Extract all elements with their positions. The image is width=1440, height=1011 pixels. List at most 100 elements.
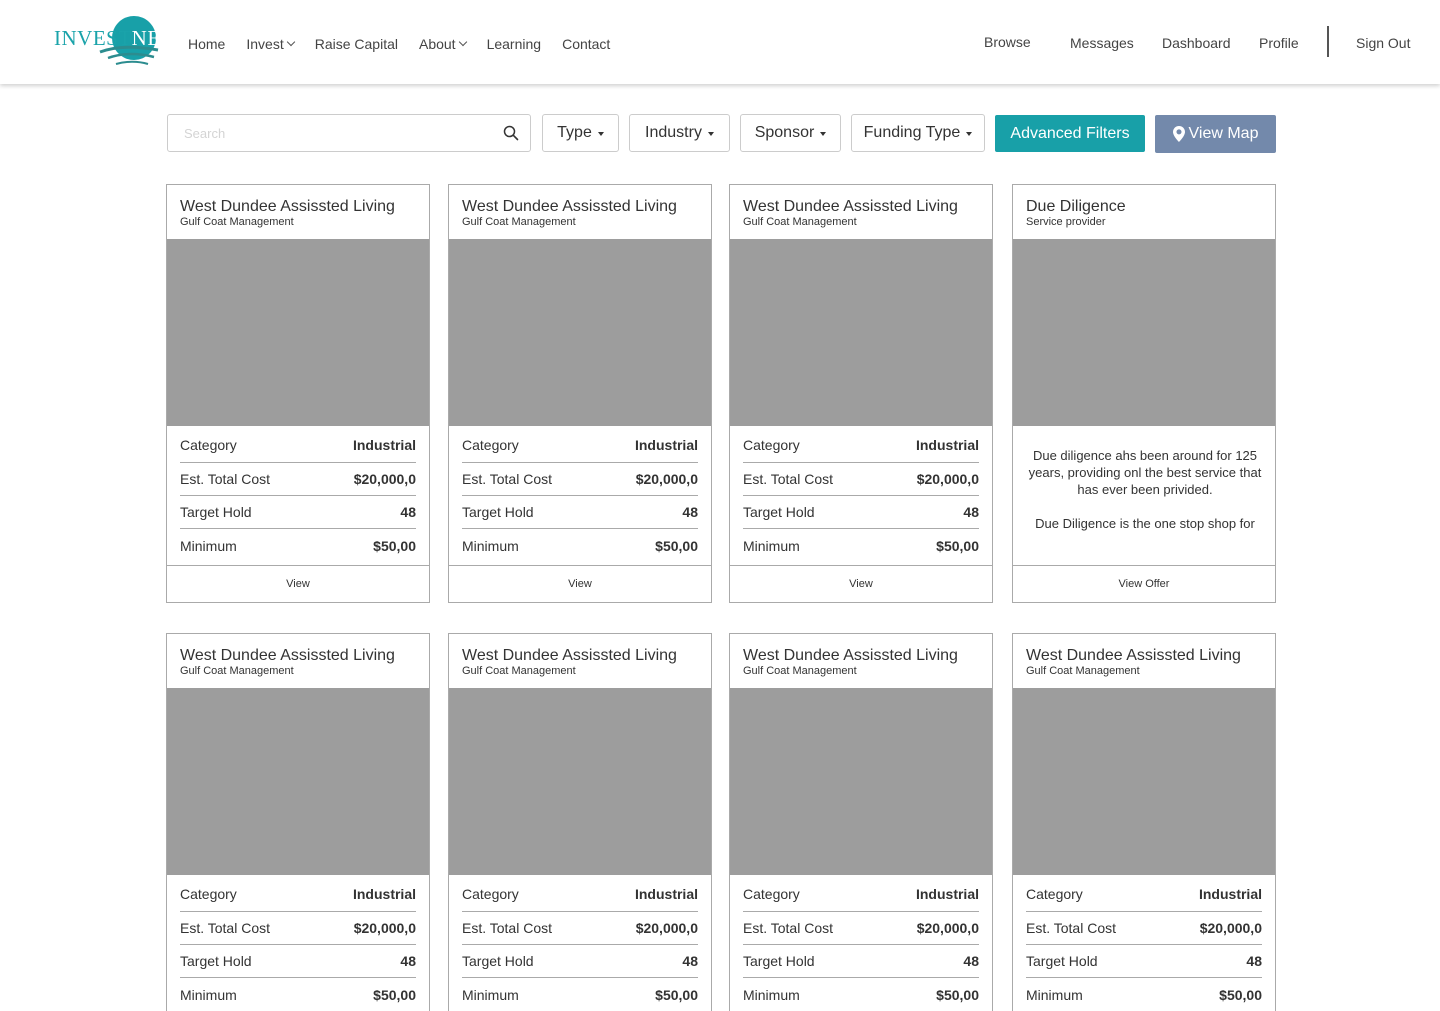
detail-row-target-hold: Target Hold 48 (743, 945, 979, 978)
detail-row-target-hold: Target Hold 48 (743, 496, 979, 529)
nav-contact[interactable]: Contact (562, 36, 610, 52)
sponsor-filter-dropdown[interactable]: Sponsor (740, 114, 841, 152)
detail-label: Category (180, 886, 237, 902)
listing-card[interactable]: West Dundee Assissted Living Gulf Coat M… (1012, 633, 1276, 1011)
detail-label: Minimum (462, 537, 519, 554)
card-header: West Dundee Assissted Living Gulf Coat M… (730, 185, 992, 239)
detail-row-total-cost: Est. Total Cost $20,000,0 (1026, 912, 1262, 945)
detail-label: Category (462, 437, 519, 453)
card-title: West Dundee Assissted Living (462, 647, 677, 664)
nav-invest-label: Invest (246, 36, 284, 52)
detail-value: 48 (400, 953, 416, 969)
nav-browse[interactable]: Browse (984, 34, 1031, 50)
listing-card[interactable]: West Dundee Assissted Living Gulf Coat M… (729, 633, 993, 1011)
card-image-placeholder (730, 239, 992, 426)
detail-value: $50,00 (655, 986, 698, 1003)
card-description: Due diligence ahs been around for 125 ye… (1027, 447, 1263, 532)
card-header: West Dundee Assissted Living Gulf Coat M… (730, 634, 992, 688)
nav-about[interactable]: About (419, 36, 467, 52)
industry-filter-label: Industry (645, 124, 702, 141)
detail-label: Minimum (743, 986, 800, 1003)
industry-filter-dropdown[interactable]: Industry (629, 114, 730, 152)
detail-label: Target Hold (743, 953, 815, 969)
view-map-label: View Map (1188, 125, 1259, 142)
nav-profile[interactable]: Profile (1259, 35, 1299, 51)
card-details-table: Category Industrial Est. Total Cost $20,00… (743, 428, 979, 562)
search-box (167, 114, 531, 152)
card-image-placeholder (449, 688, 711, 875)
detail-row-total-cost: Est. Total Cost $20,000,0 (180, 912, 416, 945)
card-details-table: Category Industrial Est. Total Cost $20,00… (462, 428, 698, 562)
detail-row-category: Category Industrial (180, 877, 416, 912)
detail-value: $20,000,0 (916, 471, 979, 487)
nav-dashboard[interactable]: Dashboard (1162, 35, 1231, 51)
detail-value: $20,000,0 (635, 471, 698, 487)
detail-row-minimum: Minimum $50,00 (743, 978, 979, 1011)
description-paragraph: Due Diligence is the one stop shop for (1035, 516, 1255, 531)
listing-card[interactable]: West Dundee Assissted Living Gulf Coat M… (166, 184, 430, 603)
view-button[interactable]: View (730, 565, 992, 602)
detail-label: Minimum (180, 986, 237, 1003)
advanced-filters-button[interactable]: Advanced Filters (995, 115, 1145, 152)
card-subtitle: Service provider (1026, 216, 1106, 228)
view-button[interactable]: View (449, 565, 711, 602)
search-input[interactable] (168, 115, 488, 151)
detail-row-total-cost: Est. Total Cost $20,000,0 (462, 912, 698, 945)
card-title: West Dundee Assissted Living (743, 647, 958, 664)
listing-card[interactable]: West Dundee Assissted Living Gulf Coat M… (448, 184, 712, 603)
service-provider-card[interactable]: Due Diligence Service provider Due dilig… (1012, 184, 1276, 603)
detail-value: 48 (963, 953, 979, 969)
detail-row-category: Category Industrial (462, 428, 698, 463)
view-offer-button[interactable]: View Offer (1013, 565, 1275, 602)
detail-row-category: Category Industrial (743, 877, 979, 912)
card-subtitle: Gulf Coat Management (743, 216, 857, 228)
listing-card[interactable]: West Dundee Assissted Living Gulf Coat M… (729, 184, 993, 603)
detail-row-minimum: Minimum $50,00 (180, 529, 416, 562)
view-map-button[interactable]: View Map (1155, 115, 1276, 153)
detail-label: Category (743, 886, 800, 902)
listing-card[interactable]: West Dundee Assissted Living Gulf Coat M… (166, 633, 430, 1011)
investnest-logo[interactable]: INVESTNEST (54, 16, 186, 70)
caret-down-icon (820, 132, 827, 136)
view-button[interactable]: View (167, 565, 429, 602)
detail-value: $50,00 (655, 537, 698, 554)
detail-label: Target Hold (180, 953, 252, 969)
type-filter-dropdown[interactable]: Type (542, 114, 619, 152)
detail-label: Est. Total Cost (180, 471, 271, 487)
nav-learning-label: Learning (486, 36, 542, 52)
caret-down-icon (597, 132, 604, 136)
caret-down-icon (966, 132, 973, 136)
sign-out-link[interactable]: Sign Out (1356, 35, 1410, 51)
detail-row-total-cost: Est. Total Cost $20,000,0 (743, 912, 979, 945)
detail-label: Target Hold (462, 953, 534, 969)
detail-value: $20,000,0 (353, 920, 416, 936)
nav-learning[interactable]: Learning (487, 36, 542, 52)
type-filter-label: Type (557, 124, 592, 141)
funding-type-filter-dropdown[interactable]: Funding Type (851, 114, 985, 152)
sponsor-filter-label: Sponsor (754, 124, 815, 141)
card-header: West Dundee Assissted Living Gulf Coat M… (449, 634, 711, 688)
detail-value: Industrial (915, 886, 979, 902)
logo-invest-text: INVEST (54, 26, 132, 50)
detail-row-minimum: Minimum $50,00 (462, 529, 698, 562)
nav-invest[interactable]: Invest (246, 36, 295, 52)
detail-value: Industrial (915, 437, 979, 453)
card-details-table: Category Industrial Est. Total Cost $20,00… (462, 877, 698, 1011)
detail-label: Minimum (743, 537, 800, 554)
nav-raise-capital[interactable]: Raise Capital (315, 36, 398, 52)
nav-home[interactable]: Home (188, 36, 225, 52)
nav-contact-label: Contact (562, 36, 611, 52)
detail-row-target-hold: Target Hold 48 (180, 496, 416, 529)
detail-label: Target Hold (1026, 953, 1098, 969)
card-image-placeholder (1013, 688, 1275, 875)
detail-value: Industrial (634, 437, 698, 453)
card-subtitle: Gulf Coat Management (180, 665, 294, 677)
detail-row-total-cost: Est. Total Cost $20,000,0 (180, 463, 416, 496)
card-header: Due Diligence Service provider (1013, 185, 1275, 239)
card-header: West Dundee Assissted Living Gulf Coat M… (167, 634, 429, 688)
search-icon[interactable] (503, 125, 519, 141)
chevron-down-icon (286, 37, 295, 47)
card-details-table: Category Industrial Est. Total Cost $20,00… (743, 877, 979, 1011)
nav-messages[interactable]: Messages (1070, 35, 1134, 51)
listing-card[interactable]: West Dundee Assissted Living Gulf Coat M… (448, 633, 712, 1011)
